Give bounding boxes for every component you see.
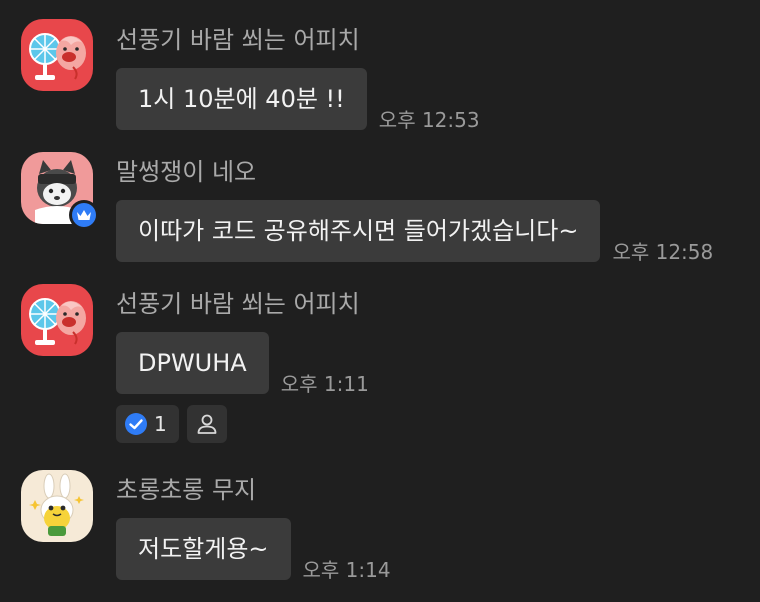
- avatar[interactable]: [21, 284, 93, 356]
- avatar[interactable]: [21, 19, 93, 91]
- add-reaction-button[interactable]: [186, 405, 227, 443]
- check-circle-icon: [125, 413, 147, 435]
- admin-badge: [69, 200, 99, 230]
- peach-fan-avatar-icon: [21, 19, 93, 91]
- sender-name: 선풍기 바람 쐬는 어피치: [116, 290, 360, 318]
- check-reaction-button[interactable]: 1: [116, 405, 179, 443]
- sender-name: 말썽쟁이 네오: [116, 158, 257, 186]
- message-row: DPWUHA 오후 1:11: [116, 332, 369, 396]
- message-row: 저도할게용~ 오후 1:14: [116, 518, 391, 582]
- message-row: 1시 10분에 40분 !! 오후 12:53: [116, 68, 480, 132]
- message-time: 오후 1:11: [280, 372, 369, 396]
- message-time: 오후 12:58: [612, 240, 714, 264]
- message-time: 오후 1:14: [302, 558, 391, 582]
- avatar[interactable]: [21, 470, 93, 542]
- message-bubble[interactable]: DPWUHA: [116, 332, 269, 394]
- reaction-count: 1: [154, 412, 167, 436]
- sender-name: 선풍기 바람 쐬는 어피치: [116, 26, 360, 54]
- message-bubble[interactable]: 이따가 코드 공유해주시면 들어가겠습니다~: [116, 200, 601, 262]
- avatar[interactable]: [21, 152, 99, 230]
- message-time: 오후 12:53: [378, 108, 480, 132]
- sender-name: 초롱초롱 무지: [116, 476, 257, 504]
- message-bubble[interactable]: 저도할게용~: [116, 518, 291, 580]
- message-bubble[interactable]: 1시 10분에 40분 !!: [116, 68, 367, 130]
- reaction-bar: 1: [116, 405, 227, 443]
- chat-window: 선풍기 바람 쐬는 어피치 1시 10분에 40분 !! 오후 12:53 말썽…: [0, 0, 760, 602]
- muzi-bunny-avatar-icon: [21, 470, 93, 542]
- crown-icon: [72, 203, 96, 227]
- peach-fan-avatar-icon: [21, 284, 93, 356]
- person-icon: [197, 414, 217, 434]
- message-row: 이따가 코드 공유해주시면 들어가겠습니다~ 오후 12:58: [116, 200, 714, 264]
